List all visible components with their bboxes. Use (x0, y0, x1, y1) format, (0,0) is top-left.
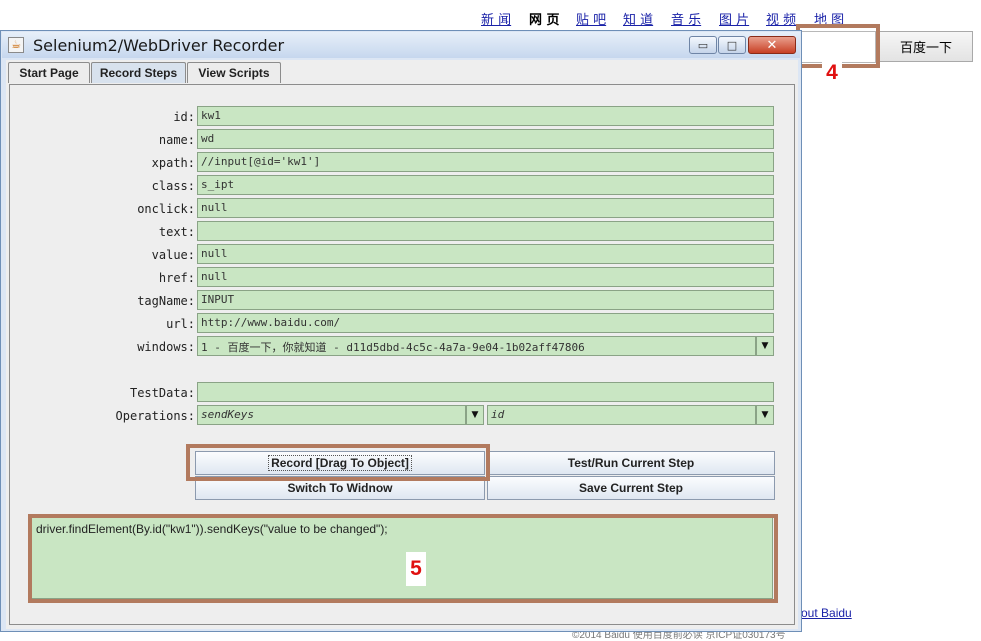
href-label: href: (158, 271, 195, 285)
href-field[interactable]: null (197, 267, 774, 287)
nav-news-link[interactable]: 新 闻 (481, 9, 511, 28)
id-field[interactable]: kw1 (197, 106, 774, 126)
operation-action-select[interactable]: sendKeys (197, 405, 466, 425)
maximize-icon: □ (726, 38, 738, 52)
value-field[interactable]: null (197, 244, 774, 264)
tab-start-page[interactable]: Start Page (8, 62, 90, 83)
annotation-box-record (186, 444, 490, 481)
id-label: id: (173, 110, 195, 124)
close-button[interactable]: ✕ (748, 36, 796, 54)
annotation-box-5 (28, 514, 778, 603)
nav-tieba-link[interactable]: 贴 吧 (576, 9, 606, 28)
nav-web-link[interactable]: 网 页 (529, 9, 560, 28)
annotation-number-5: 5 (406, 552, 426, 586)
tab-record-steps[interactable]: Record Steps (91, 62, 186, 83)
save-step-button[interactable]: Save Current Step (487, 476, 775, 500)
close-icon: ✕ (766, 37, 778, 53)
java-app-icon: ☕ (8, 37, 24, 53)
nav-music-link[interactable]: 音 乐 (671, 9, 701, 28)
operations-label: Operations: (115, 409, 195, 423)
name-label: name: (158, 133, 195, 147)
onclick-label: onclick: (137, 202, 195, 216)
about-baidu-link[interactable]: out Baidu (801, 606, 852, 620)
testdata-field[interactable] (197, 382, 774, 402)
minimize-icon: ▭ (697, 38, 709, 52)
window-title: Selenium2/WebDriver Recorder (33, 36, 285, 55)
windows-dropdown-arrow-icon[interactable]: ▼ (756, 336, 774, 356)
operation-action-arrow-icon[interactable]: ▼ (466, 405, 484, 425)
test-run-button[interactable]: Test/Run Current Step (487, 451, 775, 475)
url-field[interactable]: http://www.baidu.com/ (197, 313, 774, 333)
name-field[interactable]: wd (197, 129, 774, 149)
text-field[interactable] (197, 221, 774, 241)
class-label: class: (151, 179, 195, 193)
windows-label: windows: (137, 340, 195, 354)
operation-locator-select[interactable]: id (487, 405, 756, 425)
operation-locator-arrow-icon[interactable]: ▼ (756, 405, 774, 425)
value-label: value: (151, 248, 195, 262)
baidu-search-button[interactable]: 百度一下 (879, 31, 973, 62)
annotation-number-4: 4 (822, 62, 842, 84)
tagname-label: tagName: (137, 294, 195, 308)
minimize-button[interactable]: ▭ (689, 36, 717, 54)
url-label: url: (166, 317, 195, 331)
nav-images-link[interactable]: 图 片 (719, 9, 749, 28)
nav-video-link[interactable]: 视 频 (766, 9, 796, 28)
testdata-label: TestData: (129, 386, 195, 400)
title-bar[interactable]: ☕ Selenium2/WebDriver Recorder ▭ □ ✕ (2, 32, 800, 58)
text-label: text: (158, 225, 195, 239)
windows-select[interactable]: 1 - 百度一下，你就知道 - d11d5dbd-4c5c-4a7a-9e04-… (197, 336, 756, 356)
tab-view-scripts[interactable]: View Scripts (187, 62, 281, 83)
xpath-field[interactable]: //input[@id='kw1'] (197, 152, 774, 172)
nav-zhidao-link[interactable]: 知 道 (623, 9, 653, 28)
xpath-label: xpath: (151, 156, 195, 170)
tagname-field[interactable]: INPUT (197, 290, 774, 310)
onclick-field[interactable]: null (197, 198, 774, 218)
class-field[interactable]: s_ipt (197, 175, 774, 195)
maximize-button[interactable]: □ (718, 36, 746, 54)
